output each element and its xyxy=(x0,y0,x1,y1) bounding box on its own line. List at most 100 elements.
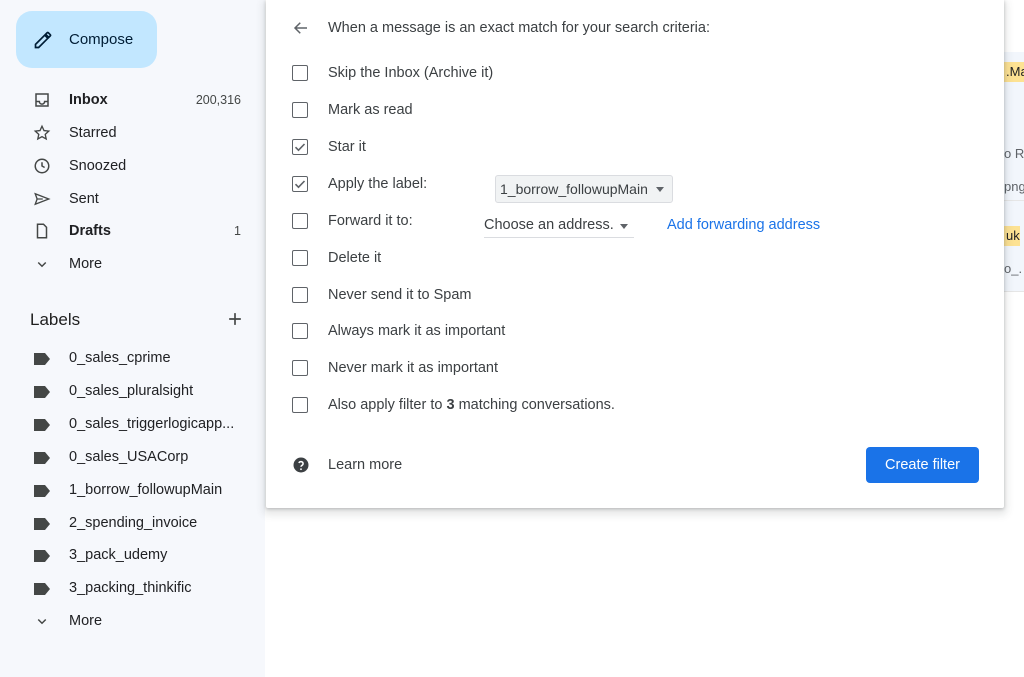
learn-more-link[interactable]: Learn more xyxy=(328,457,402,473)
option-never-spam: Never send it to Spam xyxy=(266,280,1004,310)
clock-icon xyxy=(34,158,50,174)
sidebar-label-item[interactable]: 3_pack_udemy xyxy=(0,540,255,570)
nav-item-more[interactable]: More xyxy=(0,248,255,280)
label-name: 3_pack_udemy xyxy=(69,547,168,563)
also-apply-suffix: matching conversations. xyxy=(454,397,615,413)
inbox-count: 200,316 xyxy=(195,93,241,107)
always-important-checkbox[interactable] xyxy=(292,323,308,339)
chevron-down-icon xyxy=(37,261,47,268)
label-tag-icon xyxy=(34,518,50,530)
option-apply-label: Apply the label: 1_borrow_followupMain xyxy=(266,169,1004,203)
option-forward: Forward it to: Choose an address. Add fo… xyxy=(266,206,1004,238)
star-it-checkbox[interactable] xyxy=(292,139,308,155)
email-row[interactable]: o R png xyxy=(1004,138,1024,201)
star-icon xyxy=(33,124,51,141)
help-icon[interactable] xyxy=(292,456,310,474)
forward-text: Forward it to: xyxy=(328,213,413,229)
email-snippet: png xyxy=(1004,179,1024,194)
nav-item-inbox[interactable]: Inbox 200,316 xyxy=(0,84,255,116)
option-never-important: Never mark it as important xyxy=(266,353,1004,383)
compose-label: Compose xyxy=(69,31,134,48)
send-icon xyxy=(34,192,51,206)
label-name: 0_sales_triggerlogicapp... xyxy=(69,416,235,432)
label-name: 0_sales_pluralsight xyxy=(69,383,194,399)
label-name: 2_spending_invoice xyxy=(69,515,198,531)
nav-item-starred[interactable]: Starred xyxy=(0,117,255,149)
label-name: 0_sales_USACorp xyxy=(69,449,189,465)
sidebar-label-item[interactable]: 0_sales_cprime xyxy=(0,343,255,373)
back-arrow-icon[interactable] xyxy=(292,19,310,37)
option-delete: Delete it xyxy=(266,243,1004,273)
option-star-it: Star it xyxy=(266,132,1004,162)
label-tag-icon xyxy=(34,550,50,562)
inbox-icon xyxy=(35,93,49,107)
label-name: 3_packing_thinkific xyxy=(69,580,192,596)
option-label: Skip the Inbox (Archive it) xyxy=(328,65,494,81)
compose-button[interactable]: Compose xyxy=(16,11,157,68)
add-forwarding-address-link[interactable]: Add forwarding address xyxy=(667,213,820,237)
option-label: Star it xyxy=(328,139,366,155)
nav-item-label: More xyxy=(69,256,103,272)
create-filter-button[interactable]: Create filter xyxy=(866,447,979,483)
forward-address-dropdown[interactable]: Choose an address. xyxy=(484,212,634,238)
option-label: Apply the label: 1_borrow_followupMain xyxy=(328,175,673,203)
email-row[interactable]: uk o_. xyxy=(1004,201,1024,292)
labels-more-label: More xyxy=(69,613,103,629)
label-tag-icon xyxy=(34,419,50,431)
option-label: Forward it to: Choose an address. Add fo… xyxy=(328,213,820,238)
sidebar: Compose Inbox 200,316 Starred Snoozed Se… xyxy=(0,0,265,677)
option-always-important: Always mark it as important xyxy=(266,316,1004,346)
apply-label-checkbox[interactable] xyxy=(292,176,308,192)
label-chip: uk xyxy=(1004,226,1020,246)
plus-icon[interactable] xyxy=(225,309,245,329)
label-name: 0_sales_cprime xyxy=(69,350,171,366)
sidebar-label-item[interactable]: 0_sales_USACorp xyxy=(0,442,255,472)
label-tag-icon xyxy=(34,386,50,398)
option-skip-inbox: Skip the Inbox (Archive it) xyxy=(266,58,1004,88)
sidebar-label-item[interactable]: 0_sales_pluralsight xyxy=(0,376,255,406)
apply-label-text: Apply the label: xyxy=(328,176,428,192)
never-important-checkbox[interactable] xyxy=(292,360,308,376)
never-spam-checkbox[interactable] xyxy=(292,287,308,303)
filter-criteria-header: When a message is an exact match for you… xyxy=(328,20,710,36)
caret-down-icon xyxy=(655,187,664,192)
also-apply-prefix: Also apply filter to xyxy=(328,397,447,413)
label-tag-icon xyxy=(34,485,50,497)
forward-address-placeholder: Choose an address. xyxy=(484,217,614,233)
chevron-down-icon xyxy=(37,618,47,625)
sidebar-label-item[interactable]: 0_sales_triggerlogicapp... xyxy=(0,409,255,439)
label-chip: .Ma xyxy=(1004,62,1024,82)
option-label: Never mark it as important xyxy=(328,360,499,376)
email-row[interactable]: .Ma xyxy=(1004,52,1024,139)
delete-checkbox[interactable] xyxy=(292,250,308,266)
option-mark-read: Mark as read xyxy=(266,95,1004,125)
nav-item-snoozed[interactable]: Snoozed xyxy=(0,150,255,182)
sidebar-label-item[interactable]: 3_packing_thinkific xyxy=(0,573,255,603)
nav-item-label: Starred xyxy=(69,125,117,141)
label-tag-icon xyxy=(34,583,50,595)
mark-read-checkbox[interactable] xyxy=(292,102,308,118)
nav-item-drafts[interactable]: Drafts 1 xyxy=(0,215,255,247)
drafts-count: 1 xyxy=(234,224,241,238)
option-also-apply: Also apply filter to 3 matching conversa… xyxy=(266,390,1004,420)
forward-checkbox[interactable] xyxy=(292,213,308,229)
sidebar-label-item[interactable]: 2_spending_invoice xyxy=(0,508,255,538)
labels-heading: Labels xyxy=(30,310,81,329)
label-select-dropdown[interactable]: 1_borrow_followupMain xyxy=(495,175,673,203)
pencil-icon xyxy=(34,31,52,49)
option-label: Mark as read xyxy=(328,102,413,118)
also-apply-checkbox[interactable] xyxy=(292,397,308,413)
skip-inbox-checkbox[interactable] xyxy=(292,65,308,81)
email-list-background: .Ma o R png uk o_. xyxy=(1004,0,1024,677)
nav-item-sent[interactable]: Sent xyxy=(0,183,255,215)
option-label: Always mark it as important xyxy=(328,323,506,339)
checkmark-icon xyxy=(294,143,306,152)
labels-more[interactable]: More xyxy=(0,605,255,637)
caret-down-icon xyxy=(620,224,628,229)
email-snippet: o_. xyxy=(1004,261,1023,276)
label-name: 1_borrow_followupMain xyxy=(69,482,223,498)
nav-item-label: Inbox xyxy=(69,92,108,108)
sidebar-label-item[interactable]: 1_borrow_followupMain xyxy=(0,475,255,505)
label-tag-icon xyxy=(34,452,50,464)
label-select-value: 1_borrow_followupMain xyxy=(500,181,648,197)
